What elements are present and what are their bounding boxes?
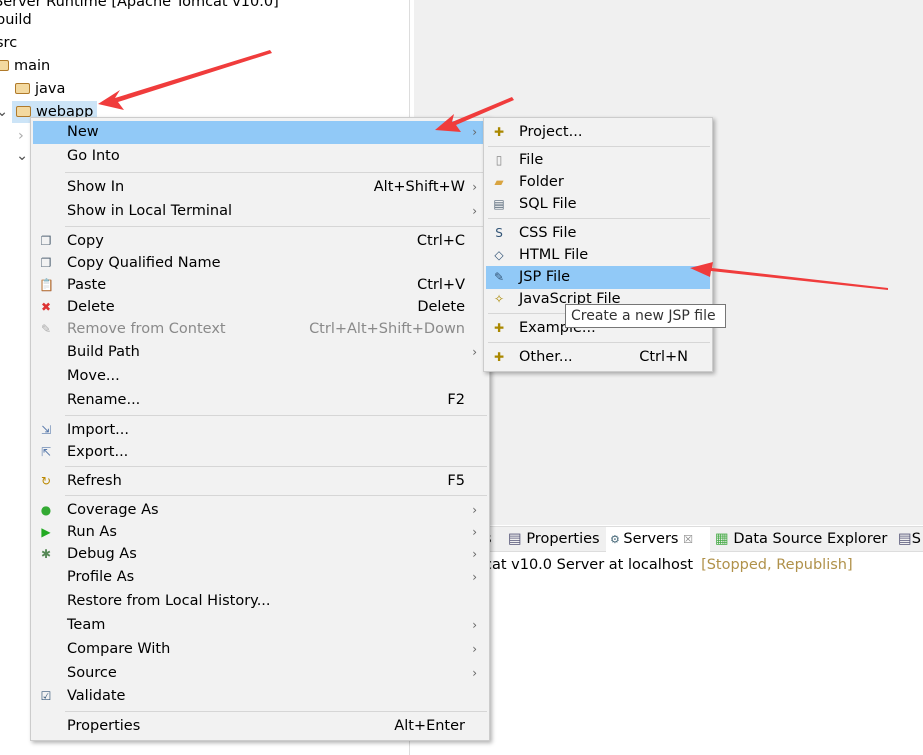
red-arrow-webapp — [98, 50, 272, 110]
red-arrow-jsp — [690, 262, 888, 290]
red-arrow-new — [435, 97, 514, 132]
annotation-arrows — [98, 50, 888, 290]
